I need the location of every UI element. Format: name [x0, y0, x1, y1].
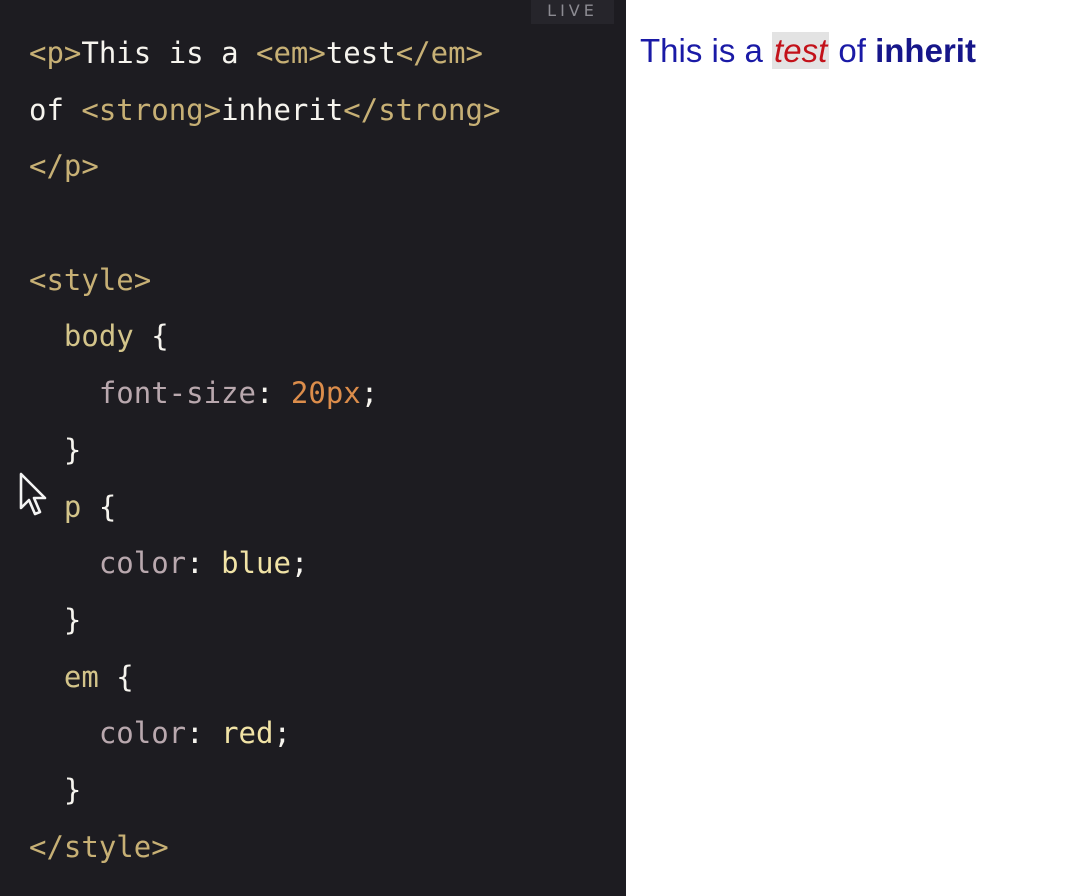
preview-text-1: This is a — [640, 32, 773, 69]
code-token: This is a — [81, 36, 256, 70]
code-line[interactable]: color: blue; — [29, 535, 500, 592]
code-token: ; — [290, 546, 309, 581]
preview-text-2: of — [829, 32, 876, 69]
code-token: <p> — [29, 36, 82, 70]
code-editor[interactable]: LIVE <p>This is a <em>test</em> of <stron… — [0, 0, 626, 896]
code-token: { — [133, 319, 169, 354]
code-line[interactable]: } — [29, 422, 500, 479]
live-badge: LIVE — [531, 0, 614, 24]
code-token: 20px — [290, 376, 361, 411]
code-token: { — [98, 659, 134, 694]
code-line[interactable]: <p>This is a <em>test</em> — [29, 25, 500, 82]
code-token: </em> — [395, 36, 483, 70]
code-area[interactable]: <p>This is a <em>test</em> of <strong>inh… — [29, 25, 500, 875]
code-token: </strong> — [343, 92, 501, 127]
code-token: inherit — [221, 92, 344, 127]
code-token: font-size — [98, 376, 256, 411]
code-line[interactable]: of <strong>inherit</strong> — [29, 82, 500, 139]
code-token: </style> — [29, 829, 169, 864]
code-token: p — [63, 489, 82, 524]
code-token: color — [98, 546, 187, 581]
code-line[interactable]: } — [29, 762, 500, 819]
code-token: test — [325, 36, 396, 70]
code-line[interactable]: </p> — [29, 138, 500, 195]
code-token: : — [186, 546, 222, 581]
code-line[interactable]: </style> — [29, 819, 500, 876]
code-token: red — [221, 716, 274, 751]
code-token: } — [63, 602, 82, 637]
code-line[interactable]: em { — [29, 649, 500, 706]
preview-em: test — [772, 32, 830, 69]
preview-strong: inherit — [875, 32, 976, 69]
code-token: ; — [273, 716, 291, 751]
code-token: : — [186, 716, 222, 751]
code-line[interactable]: font-size: 20px; — [29, 365, 500, 422]
code-token: blue — [221, 546, 291, 581]
code-token: color — [98, 716, 187, 751]
code-token: : — [255, 376, 291, 411]
code-line[interactable]: } — [29, 592, 500, 649]
code-token: em — [63, 659, 99, 694]
preview-paragraph: This is a test of inherit — [640, 28, 976, 74]
code-token: <style> — [29, 262, 152, 297]
code-line[interactable] — [29, 195, 500, 252]
code-line[interactable]: <style> — [29, 252, 500, 309]
code-token: ; — [360, 376, 379, 411]
live-preview: This is a test of inherit — [626, 0, 1080, 896]
code-token: </p> — [29, 149, 99, 184]
code-line[interactable]: body { — [29, 308, 500, 365]
code-token: body — [63, 319, 134, 354]
code-token: <em> — [256, 36, 326, 70]
code-line[interactable]: p { — [29, 479, 500, 536]
code-token: <strong> — [81, 92, 222, 127]
code-line[interactable]: color: red; — [29, 705, 500, 762]
code-token: { — [81, 489, 117, 524]
code-token: } — [63, 432, 82, 467]
code-token: of — [29, 92, 82, 127]
live-code-playground: LIVE <p>This is a <em>test</em> of <stron… — [0, 0, 1080, 896]
code-token: } — [63, 772, 82, 807]
mouse-pointer-icon — [19, 472, 47, 516]
